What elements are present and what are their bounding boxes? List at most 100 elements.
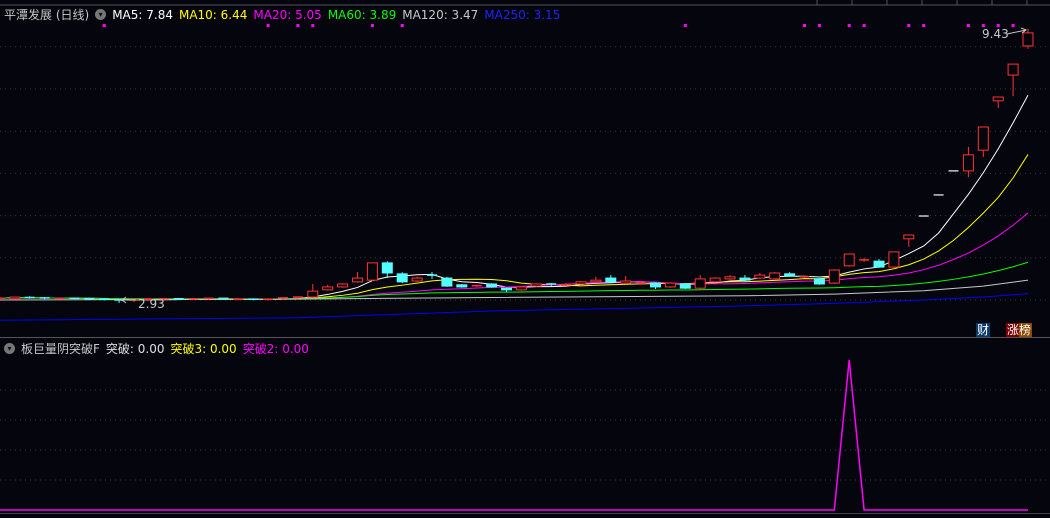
candle-body bbox=[486, 283, 498, 288]
legend-item: MA250: 3.15 bbox=[484, 7, 561, 22]
signal-marker bbox=[296, 24, 300, 27]
candle[interactable] bbox=[9, 296, 21, 300]
candle-body bbox=[441, 277, 453, 287]
candle-body bbox=[456, 284, 468, 288]
candle-body bbox=[739, 277, 751, 281]
signal-marker bbox=[803, 24, 806, 27]
high-price-label: 9.43 bbox=[982, 27, 1009, 41]
candle[interactable] bbox=[992, 96, 1004, 108]
candle[interactable] bbox=[456, 283, 468, 288]
candle[interactable] bbox=[754, 272, 766, 279]
candle[interactable] bbox=[501, 287, 512, 292]
candle[interactable] bbox=[411, 276, 423, 282]
candle[interactable] bbox=[24, 296, 35, 299]
candle-body bbox=[501, 287, 512, 291]
candle-body bbox=[977, 126, 989, 151]
candle[interactable] bbox=[590, 276, 602, 283]
candle[interactable] bbox=[977, 126, 989, 157]
candle[interactable] bbox=[69, 297, 80, 300]
candle[interactable] bbox=[620, 275, 632, 284]
candle-body bbox=[843, 253, 855, 267]
candle-body bbox=[352, 277, 363, 283]
candle-body bbox=[411, 277, 423, 282]
candle[interactable] bbox=[575, 281, 587, 285]
candle[interactable] bbox=[263, 298, 274, 301]
candle[interactable] bbox=[694, 275, 706, 290]
chevron-down-icon[interactable]: ▾ bbox=[95, 9, 107, 20]
low-price-label: 2.93 bbox=[138, 297, 165, 311]
signal-marker bbox=[683, 24, 687, 27]
candle[interactable] bbox=[605, 275, 617, 283]
candle-body bbox=[9, 296, 21, 300]
candle[interactable] bbox=[233, 298, 244, 301]
candle[interactable] bbox=[515, 286, 527, 291]
candle[interactable] bbox=[427, 272, 437, 279]
candle-body bbox=[322, 286, 334, 291]
candle[interactable] bbox=[962, 146, 974, 178]
candle-body bbox=[903, 234, 915, 240]
candle[interactable] bbox=[888, 251, 900, 269]
candle-body bbox=[366, 262, 378, 281]
candle-body bbox=[664, 282, 676, 288]
legend-item: MA120: 3.47 bbox=[402, 7, 479, 22]
candle-body bbox=[784, 273, 796, 277]
candle[interactable] bbox=[724, 275, 736, 280]
candle[interactable] bbox=[903, 234, 915, 247]
signal-marker bbox=[370, 24, 374, 27]
candle-body bbox=[650, 282, 661, 288]
candle[interactable] bbox=[322, 284, 334, 291]
candle[interactable] bbox=[709, 277, 721, 283]
candle[interactable] bbox=[471, 284, 482, 287]
signal-markers bbox=[102, 24, 1015, 27]
legend-item: MA5: 7.84 bbox=[112, 7, 173, 22]
breakout2-line bbox=[0, 359, 1028, 511]
candle[interactable] bbox=[873, 259, 885, 268]
main-legend: 平潭发展 (日线) ▾ MA5: 7.84 MA10: 6.44 MA20: 5.0… bbox=[4, 6, 560, 23]
chart-canvas[interactable]: 9.43 2.93 bbox=[0, 0, 1050, 518]
candle[interactable] bbox=[530, 283, 542, 287]
candle-body bbox=[396, 273, 408, 283]
candle[interactable] bbox=[173, 297, 184, 300]
candle-body bbox=[530, 283, 542, 287]
candle[interactable] bbox=[769, 272, 781, 280]
candle-body bbox=[515, 286, 527, 291]
candle[interactable] bbox=[396, 272, 408, 284]
candle[interactable] bbox=[843, 253, 855, 267]
legend-item: 突破2: 0.00 bbox=[242, 342, 309, 356]
candle-body bbox=[873, 260, 885, 268]
candle[interactable] bbox=[337, 283, 349, 288]
candle[interactable] bbox=[679, 283, 691, 290]
finance-badge[interactable]: 财 bbox=[976, 323, 991, 337]
candle[interactable] bbox=[546, 283, 557, 287]
candle-body bbox=[605, 277, 617, 283]
candle[interactable] bbox=[39, 297, 50, 300]
candle[interactable] bbox=[486, 283, 498, 288]
candle-body bbox=[724, 276, 736, 280]
candle[interactable] bbox=[441, 276, 453, 287]
candle[interactable] bbox=[307, 283, 319, 298]
candle[interactable] bbox=[784, 272, 796, 277]
signal-marker bbox=[907, 24, 911, 27]
signal-marker bbox=[817, 24, 821, 27]
candle[interactable] bbox=[813, 278, 825, 285]
signal-marker bbox=[400, 24, 404, 27]
candle[interactable] bbox=[828, 269, 840, 284]
candle-body bbox=[590, 279, 602, 283]
candles[interactable] bbox=[0, 28, 1034, 303]
legend-item: 突破: 0.00 bbox=[105, 342, 165, 356]
candle-body bbox=[1007, 63, 1019, 76]
candle[interactable] bbox=[650, 282, 661, 290]
candle[interactable] bbox=[859, 257, 870, 263]
candle[interactable] bbox=[248, 298, 259, 301]
candle[interactable] bbox=[381, 261, 393, 279]
candle-body bbox=[575, 281, 587, 285]
candle[interactable] bbox=[664, 282, 676, 288]
rank-badge[interactable]: 涨榜 bbox=[1006, 323, 1033, 337]
signal-marker bbox=[102, 24, 106, 27]
candle-body bbox=[694, 278, 706, 289]
candle[interactable] bbox=[1007, 63, 1019, 97]
chevron-down-icon[interactable]: ▾ bbox=[4, 343, 15, 354]
candle[interactable] bbox=[366, 262, 378, 282]
candle[interactable] bbox=[352, 272, 363, 283]
stock-chart-window: 9.43 2.93 平潭发展 (日线) ▾ MA5: 7.84 MA10: 6.4… bbox=[0, 0, 1050, 518]
